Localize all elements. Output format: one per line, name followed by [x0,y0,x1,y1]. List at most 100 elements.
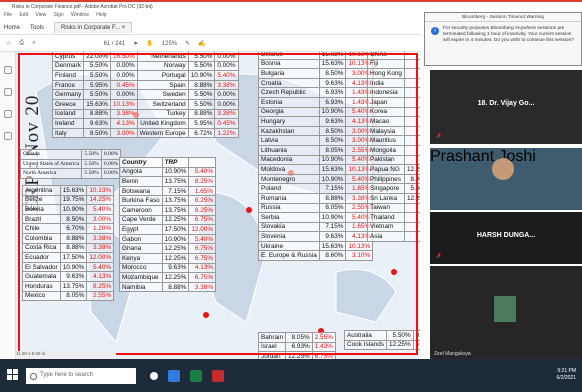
country-cell: Asia [367,231,405,242]
erp-cell: Portugal [136,70,189,81]
erp-cell [403,221,420,233]
tab-home[interactable]: Home [4,25,20,31]
erp-cell: 5.50% [187,60,216,72]
country-cell: E. Europe & Russia [258,250,320,262]
pdf-page: ERP : Nov 20 Cyprus22.00%16.50%Netherlan… [16,52,420,359]
bookmark-icon[interactable]: ☆ [6,40,11,47]
table-row: Mozambique 12.25% 6.75% [119,272,217,283]
crp-cell: 2.55% [311,332,336,343]
crp-cell: 12.00% [86,252,115,263]
erp-cell: 8.50% [59,213,88,225]
country-cell: Israel [257,341,287,353]
crp-cell: 10.13% [109,98,138,110]
layers-icon[interactable] [3,132,12,140]
table-row: Kazakhstan 8.50% 3.00% [258,125,374,137]
country-cell: Gabon [119,233,163,245]
table-row: Italy 8.50% 3.00% Western Europe 6.72% 1.22% [51,127,239,139]
table-row: Morocco 9.63% 4.13% [119,262,217,274]
erp-cell [403,96,420,108]
tab-document[interactable]: Risks in Corporate F... × [54,22,133,33]
bookmarks-icon[interactable] [3,88,12,96]
table-header-row: Country TRP [119,157,217,168]
table-row: Canada 5.50% 0.00% [19,149,122,160]
search-icon[interactable]: ⌕ [32,40,35,47]
session-timeout-dialog: Bloomberg - Session Timeout Warning i Fo… [424,12,582,66]
erp-cell: 10.90% [161,233,190,245]
crp-cell: 5.40% [86,261,115,273]
video-tile-4[interactable]: Zeel Manguksya [430,266,582,359]
crp-cell: 3.00% [109,127,138,139]
table-row: Singapore5.50%0.00% [367,183,420,194]
erp-cell: 17.50% [161,224,190,235]
acrobat-icon[interactable] [212,369,224,382]
country-cell: Macao [367,116,405,127]
taskbar-search-box[interactable]: Type here to search [26,367,136,384]
country-cell: Fiji [367,58,405,70]
table-row: Georgia 10.90% 5.40% [258,106,374,118]
country-cell: Iceland [51,108,85,120]
zoom-level[interactable]: 125% [162,41,177,47]
oceania-table: Australia5.50%0.00%Cook Islands12.25%6.7… [344,330,420,351]
table-row: Cape Verde 12.25% 6.75% [119,214,217,226]
menu-file[interactable]: File [4,12,12,18]
system-tray-clock[interactable]: 9:21 PM 6/2/2021 [557,368,576,382]
crp-cell: 3.38% [214,79,239,91]
menu-sign[interactable]: Sign [54,12,64,18]
erp-cell: 5.50% [403,183,420,194]
erp-cell: 12.25% [161,272,190,283]
country-cell: Kazakhstan [258,125,320,137]
table-row: Thailand [367,212,420,223]
erp-cell: 6.93% [285,341,313,353]
erp-cell: 8.50% [318,68,347,79]
video-tile-3[interactable]: HARSH DUNGA... ✗ [430,212,582,264]
table-row: Slovakia 7.15% 1.65% [258,221,374,233]
menu-edit[interactable]: Edit [19,12,28,18]
pages-icon[interactable] [3,66,12,74]
erp-cell [403,135,420,146]
erp-cell: 8.88% [83,108,111,120]
country-cell: Bulgaria [258,68,320,79]
hand-icon[interactable]: ✋ [146,40,153,47]
map-marker [246,207,252,213]
eastern-europe-table: Belarus 15.63% 10.13% Bosnia 15.63% 10.13% Bul… [258,52,374,262]
country-cell: India [367,77,405,89]
crp-cell: 3.00% [86,213,115,225]
video-tile-1[interactable]: 18. Dr. Vijay Go... ✗ [430,70,582,144]
erp-cell: Switzerland [136,98,189,110]
country-cell: Guatemala [22,271,61,282]
menu-window[interactable]: Window [71,12,89,18]
erp-cell: 8.05% [318,202,347,214]
table-row: Bolivia 10.90% 5.40% [22,204,115,215]
country-cell: Australia [344,330,387,341]
cursor-icon[interactable]: ➤ [133,40,138,47]
crp-cell: 6.75% [188,272,217,283]
windows-start-icon[interactable] [7,369,18,380]
participant-name-1: 18. Dr. Vijay Go... [477,100,535,107]
crp-cell: 0.00% [109,89,138,100]
excel-icon[interactable] [190,369,202,382]
country-cell: China [367,52,405,60]
erp-cell: 7.15% [318,183,347,194]
video-tile-2[interactable]: Prashant Joshi [430,148,582,210]
attachments-icon[interactable] [3,110,12,118]
erp-cell: 10.90% [59,261,88,273]
table-row: Fiji [367,58,420,70]
table-row: Angola 10.90% 5.40% [119,166,217,178]
menu-help[interactable]: Help [96,12,106,18]
crp-cell: 8.25% [188,195,217,206]
sign-icon[interactable]: ✍ [198,40,205,47]
country-cell: Benin [119,176,163,187]
comment-icon[interactable]: ✎ [185,40,190,47]
task-view-icon[interactable] [150,371,158,380]
left-side-panel [0,52,16,359]
print-icon[interactable]: ⎙ [19,40,24,47]
tab-tools[interactable]: Tools [30,25,44,31]
page-indicator[interactable]: 61 / 241 [104,41,126,47]
country-cell: Poland [258,183,320,194]
table-row: Croatia 9.63% 4.13% [258,77,374,89]
menu-view[interactable]: View [35,12,46,18]
table-row: Montenegro 10.90% 5.40% [258,173,374,185]
crp-cell: 3.38% [214,108,239,120]
country-cell: Namibia [119,281,163,293]
edge-icon[interactable] [168,369,180,382]
